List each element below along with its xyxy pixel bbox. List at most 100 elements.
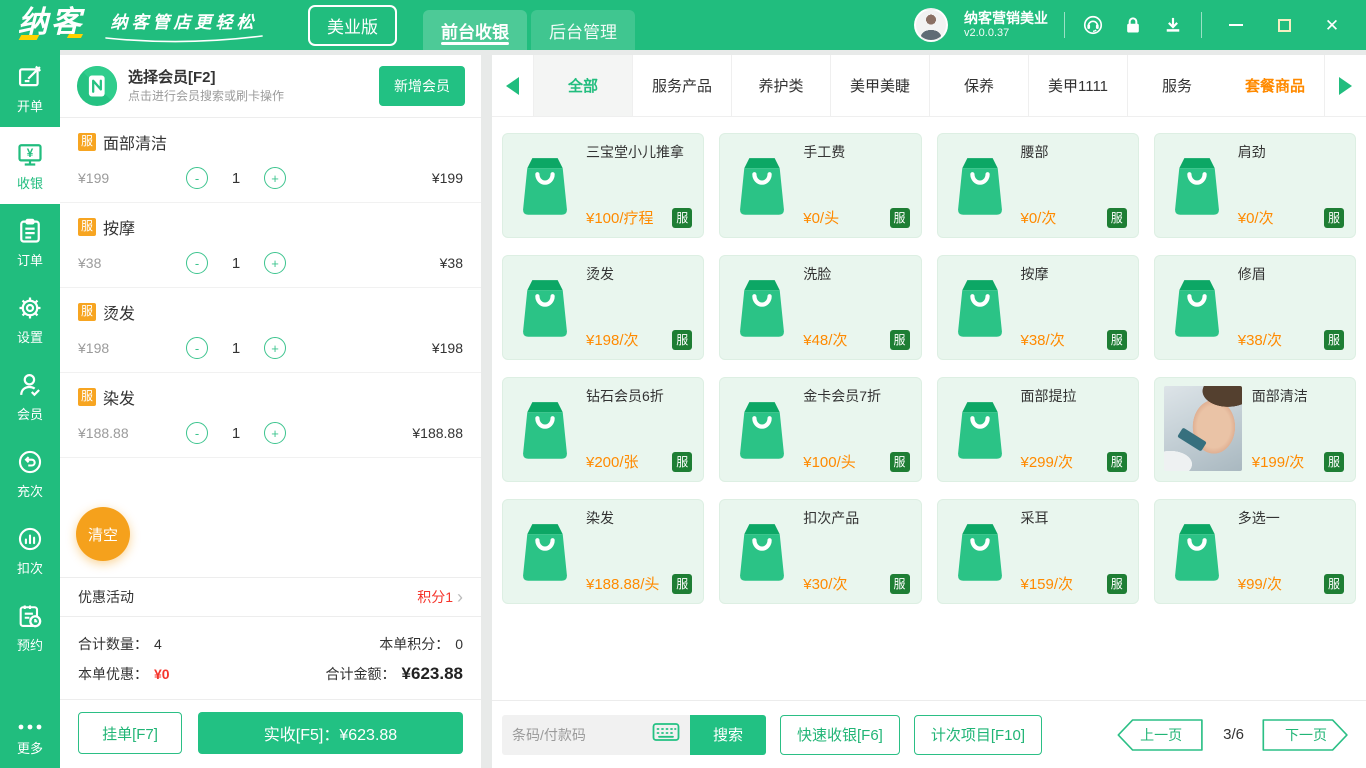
sidebar-item-more[interactable]: 更多 <box>0 710 60 768</box>
category-next-icon[interactable] <box>1324 55 1366 116</box>
product-card[interactable]: 洗脸 ¥48/次 服 <box>719 255 922 360</box>
download-icon[interactable] <box>1161 13 1185 37</box>
service-type-badge: 服 <box>1324 329 1344 350</box>
sidebar-item-appointment[interactable]: 预约 <box>0 589 60 666</box>
product-card[interactable]: 钻石会员6折 ¥200/张 服 <box>502 377 705 482</box>
sidebar-item-recharge-times[interactable]: 充次 <box>0 435 60 512</box>
category-tab[interactable]: 服务 <box>1128 55 1226 116</box>
quantity-stepper: - 1 + <box>186 167 286 189</box>
quick-cashier-button[interactable]: 快速收银[F6] <box>780 714 900 755</box>
sidebar-item-orders[interactable]: 订单 <box>0 204 60 281</box>
cart-item: 服 面部清洁 ¥199 - 1 + ¥199 <box>60 118 481 203</box>
quantity-value: 1 <box>231 254 241 272</box>
cart-item: 服 烫发 ¥198 - 1 + ¥198 <box>60 288 481 373</box>
product-name: 钻石会员6折 <box>586 388 664 404</box>
pay-button[interactable]: 实收[F5]：¥623.88 <box>198 712 463 754</box>
product-price: ¥100/疗程 <box>586 210 654 227</box>
product-card[interactable]: 染发 ¥188.88/头 服 <box>502 499 705 604</box>
shopping-bag-icon <box>949 143 1011 228</box>
support-icon[interactable] <box>1081 13 1105 37</box>
category-prev-icon[interactable] <box>492 55 534 116</box>
category-tab[interactable]: 保养 <box>930 55 1029 116</box>
product-photo <box>1163 386 1242 471</box>
product-panel: 全部 服务产品 养护类 美甲美睫 保养 美甲1111 服务 套餐商品 三宝堂小儿… <box>492 55 1366 768</box>
product-name: 腰部 <box>1020 144 1049 160</box>
avatar[interactable] <box>914 8 948 42</box>
product-card[interactable]: 腰部 ¥0/次 服 <box>936 133 1139 238</box>
hold-order-button[interactable]: 挂单[F7] <box>78 712 182 754</box>
shopping-bag-icon <box>731 509 793 594</box>
product-card[interactable]: 面部清洁 ¥199/次 服 <box>1153 377 1356 482</box>
category-tab-package[interactable]: 套餐商品 <box>1226 55 1324 116</box>
increase-button[interactable]: + <box>264 337 286 359</box>
maximize-icon[interactable] <box>1272 13 1296 37</box>
quantity-value: 1 <box>231 169 241 187</box>
product-card[interactable]: 按摩 ¥38/次 服 <box>936 255 1139 360</box>
search-button[interactable]: 搜索 <box>690 714 766 755</box>
product-price: ¥199/次 <box>1251 454 1305 471</box>
product-card[interactable]: 三宝堂小儿推拿 ¥100/疗程 服 <box>502 133 705 238</box>
next-page-button[interactable]: 下一页 <box>1260 718 1352 752</box>
category-tab-all[interactable]: 全部 <box>534 55 633 116</box>
category-tab[interactable]: 养护类 <box>732 55 831 116</box>
account-info[interactable]: 纳客营销美业 v2.0.0.37 <box>964 10 1048 40</box>
top-bar: 纳客 纳客管店更轻松 美业版 前台收银 后台管理 纳客营销美业 v2.0.0.3… <box>0 0 1366 50</box>
minimize-icon[interactable] <box>1224 13 1248 37</box>
product-name: 金卡会员7折 <box>803 388 882 404</box>
product-card[interactable]: 烫发 ¥198/次 服 <box>502 255 705 360</box>
sidebar-item-deduct-times[interactable]: 扣次 <box>0 512 60 589</box>
increase-button[interactable]: + <box>264 422 286 444</box>
category-tab[interactable]: 美甲1111 <box>1029 55 1128 116</box>
decrease-button[interactable]: - <box>186 337 208 359</box>
select-member-bar[interactable]: 选择会员[F2] 点击进行会员搜索或刷卡操作 新增会员 <box>60 55 481 118</box>
divider <box>1201 12 1202 38</box>
recharge-times-icon <box>16 448 44 476</box>
product-card[interactable]: 手工费 ¥0/头 服 <box>719 133 922 238</box>
service-type-badge: 服 <box>889 207 910 228</box>
increase-button[interactable]: + <box>264 167 286 189</box>
category-tab[interactable]: 服务产品 <box>633 55 732 116</box>
order-summary: 合计数量： 4 本单积分： 0 本单优惠： ¥0 合计金额： ¥623.88 <box>60 617 481 699</box>
prev-page-button[interactable]: 上一页 <box>1115 718 1207 752</box>
promo-row[interactable]: 优惠活动 积分1 › <box>60 577 481 617</box>
product-card[interactable]: 采耳 ¥159/次 服 <box>936 499 1139 604</box>
decrease-button[interactable]: - <box>186 252 208 274</box>
tab-back-manage[interactable]: 后台管理 <box>531 10 635 50</box>
decrease-button[interactable]: - <box>186 167 208 189</box>
add-member-button[interactable]: 新增会员 <box>379 66 465 106</box>
service-type-badge: 服 <box>1324 451 1344 472</box>
promo-label: 优惠活动 <box>78 589 134 605</box>
quantity-stepper: - 1 + <box>186 252 286 274</box>
category-tab[interactable]: 美甲美睫 <box>831 55 930 116</box>
product-price: ¥0/次 <box>1020 210 1057 227</box>
product-card[interactable]: 扣次产品 ¥30/次 服 <box>719 499 922 604</box>
keyboard-icon[interactable] <box>652 722 680 747</box>
product-card[interactable]: 修眉 ¥38/次 服 <box>1153 255 1356 360</box>
member-card-icon <box>76 65 118 107</box>
tab-front-cashier[interactable]: 前台收银 <box>423 10 527 50</box>
count-item-button[interactable]: 计次项目[F10] <box>913 714 1043 755</box>
product-price: ¥198/次 <box>586 332 639 349</box>
product-card[interactable]: 金卡会员7折 ¥100/头 服 <box>719 377 922 482</box>
product-price: ¥100/头 <box>803 454 856 471</box>
close-icon[interactable]: ✕ <box>1320 13 1344 37</box>
product-card[interactable]: 肩劲 ¥0/次 服 <box>1153 133 1356 238</box>
increase-button[interactable]: + <box>264 252 286 274</box>
settings-gear-icon <box>16 294 44 322</box>
sidebar-item-settings[interactable]: 设置 <box>0 281 60 358</box>
shopping-bag-icon <box>949 387 1011 472</box>
quantity-stepper: - 1 + <box>186 337 286 359</box>
logo-accent <box>18 35 40 40</box>
clear-cart-button[interactable]: 清空 <box>76 507 130 561</box>
product-card[interactable]: 多选一 ¥99/次 服 <box>1153 499 1356 604</box>
sidebar-item-members[interactable]: 会员 <box>0 358 60 435</box>
sidebar-item-cashier[interactable]: ¥ 收银 <box>0 127 60 204</box>
edition-button[interactable]: 美业版 <box>308 4 397 46</box>
cart-list: 服 面部清洁 ¥199 - 1 + ¥199 服 按摩 ¥38 - 1 + ¥3… <box>60 118 481 577</box>
sidebar-item-open-bill[interactable]: 开单 <box>0 50 60 127</box>
barcode-input[interactable] <box>512 726 644 743</box>
product-card[interactable]: 面部提拉 ¥299/次 服 <box>936 377 1139 482</box>
lock-icon[interactable] <box>1121 13 1145 37</box>
svg-text:¥: ¥ <box>27 146 34 159</box>
decrease-button[interactable]: - <box>186 422 208 444</box>
